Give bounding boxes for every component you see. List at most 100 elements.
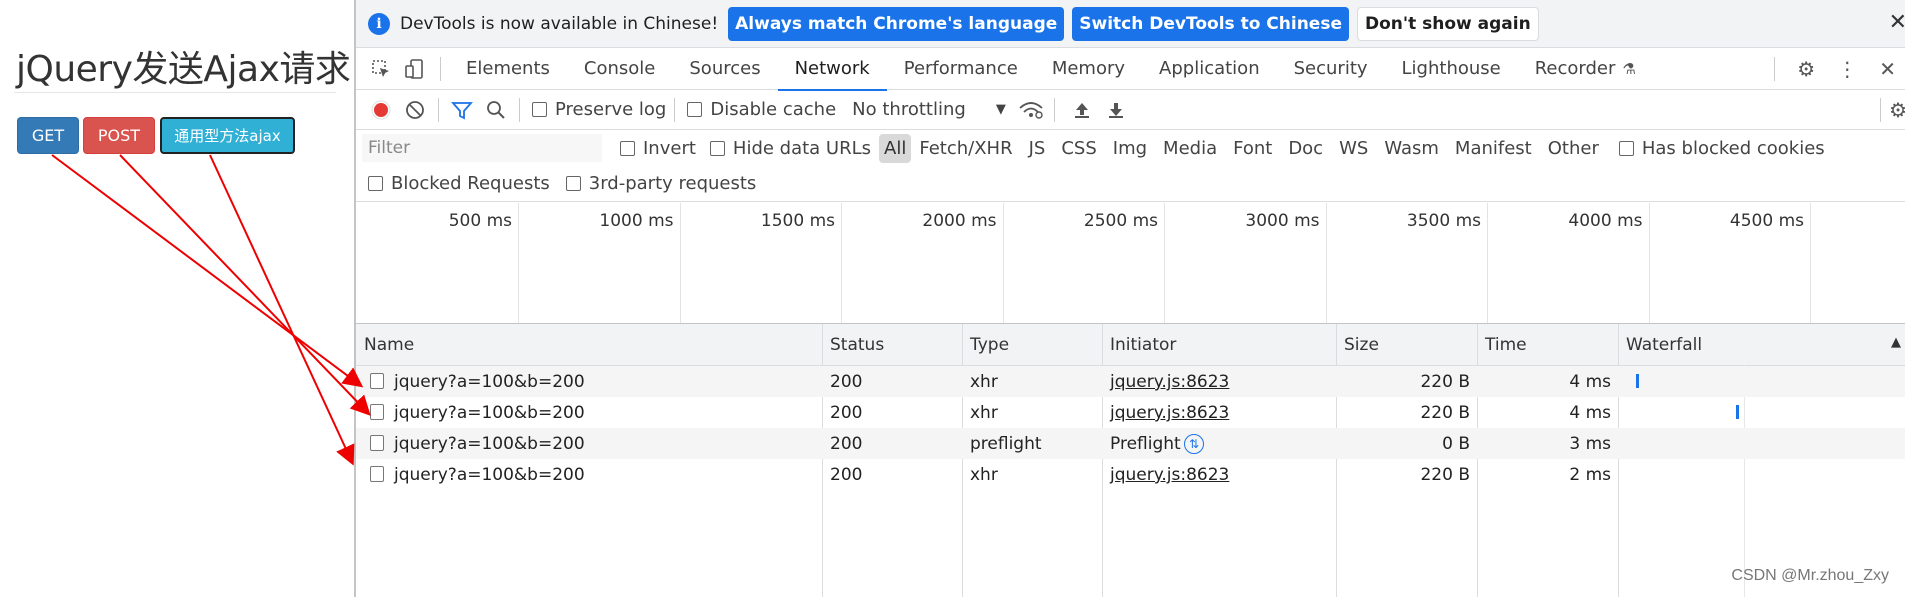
type-filter-wasm[interactable]: Wasm [1376,138,1447,159]
checkbox-box[interactable] [620,140,635,156]
type-filter-font[interactable]: Font [1225,138,1280,159]
clear-icon[interactable] [400,95,430,125]
cell-name: jquery?a=100&b=200 [394,403,585,423]
table-row[interactable]: jquery?a=100&b=200 200 xhr jquery.js:8623 22… [356,459,1905,490]
timeline-tick-label: 3500 ms [1406,211,1481,231]
type-filter-img[interactable]: Img [1105,138,1155,159]
separator [1774,57,1776,81]
table-row[interactable]: jquery?a=100&b=200 200 preflight Preflight ⇅… [356,428,1905,459]
requests-table: Name Status Type Initiator Size Time Wat… [356,324,1905,597]
type-filter-other[interactable]: Other [1540,138,1607,159]
switch-chinese-button[interactable]: Switch DevTools to Chinese [1072,6,1349,41]
throttling-value: No throttling [852,99,966,120]
header-status[interactable]: Status [830,335,884,355]
get-button[interactable]: GET [17,117,79,154]
header-type[interactable]: Type [970,335,1009,355]
cell-type: xhr [970,403,998,423]
type-filter-manifest[interactable]: Manifest [1447,138,1540,159]
cell-name: jquery?a=100&b=200 [394,434,585,454]
checkbox-box[interactable] [709,140,725,156]
header-size[interactable]: Size [1344,335,1379,355]
post-button[interactable]: POST [83,117,155,154]
tab-console[interactable]: Console [567,48,672,90]
type-filter-media[interactable]: Media [1155,138,1225,159]
checkbox-box[interactable] [368,176,383,191]
timeline-gridline [1002,203,1004,323]
tab-elements[interactable]: Elements [449,48,567,90]
blocked-requests-checkbox[interactable]: Blocked Requests [368,173,550,194]
table-row[interactable]: jquery?a=100&b=200 200 xhr jquery.js:8623 22… [356,366,1905,397]
tab-lighthouse[interactable]: Lighthouse [1385,48,1518,90]
timeline-gridline [1487,203,1488,323]
header-name[interactable]: Name [364,335,414,355]
invert-checkbox[interactable]: Invert [620,138,696,159]
timeline-overview[interactable]: 500 ms 1000 ms 1500 ms 2000 ms 2500 ms 3000 m… [356,203,1905,324]
dropdown-arrow-icon: ▼ [995,102,1006,117]
more-options-icon[interactable]: ⋮ [1837,57,1857,81]
preflight-icon[interactable]: ⇅ [1184,434,1204,454]
cell-size: 220 B [1420,372,1470,392]
sort-up-icon[interactable]: ▲ [1891,335,1901,350]
devtools-tabbar: Elements Console Sources Network Performance… [356,48,1905,91]
has-blocked-cookies-checkbox[interactable]: Has blocked cookies [1618,137,1825,159]
type-filter-doc[interactable]: Doc [1280,138,1331,159]
timeline-tick-label: 1500 ms [760,211,835,231]
cell-initiator[interactable]: jquery.js:8623 [1110,372,1229,392]
third-party-checkbox[interactable]: 3rd-party requests [565,173,756,194]
type-filter-css[interactable]: CSS [1053,138,1104,159]
preserve-log-checkbox[interactable]: Preserve log [532,99,666,120]
hide-data-urls-checkbox[interactable]: Hide data URLs [709,138,871,159]
filter-icon[interactable] [447,95,477,125]
close-icon[interactable]: ✕ [1889,10,1905,35]
inspect-element-icon[interactable] [364,52,398,86]
checkbox-box[interactable] [1618,140,1634,156]
tab-recorder[interactable]: Recorder [1518,48,1633,90]
import-har-icon[interactable] [1067,95,1097,125]
tab-security[interactable]: Security [1277,48,1385,90]
header-time[interactable]: Time [1485,335,1527,355]
has-blocked-cookies-label: Has blocked cookies [1641,137,1825,159]
separator [674,97,676,122]
checkbox-box[interactable] [565,176,581,191]
device-toolbar-icon[interactable] [398,52,432,86]
timeline-tick-label: 1000 ms [599,211,674,231]
table-row[interactable]: jquery?a=100&b=200 200 xhr jquery.js:8623 22… [356,397,1905,428]
search-icon[interactable] [481,95,511,125]
cell-initiator[interactable]: jquery.js:8623 [1110,403,1229,423]
settings-gear-icon[interactable]: ⚙ [1797,57,1815,81]
tab-sources[interactable]: Sources [672,48,777,90]
network-toolbar: Preserve log Disable cache No throttling… [356,90,1905,130]
header-waterfall[interactable]: Waterfall [1626,335,1702,355]
throttling-select[interactable]: No throttling ▼ [852,99,1006,120]
record-icon[interactable] [366,95,396,125]
type-filter-ws[interactable]: WS [1331,138,1376,159]
timeline-tick-label: 3000 ms [1245,211,1320,231]
filter-input[interactable]: Filter [362,134,602,162]
cell-status: 200 [830,434,863,454]
network-conditions-icon[interactable] [1016,95,1046,125]
tab-application[interactable]: Application [1142,48,1277,90]
tab-network[interactable]: Network [777,48,887,91]
disable-cache-checkbox[interactable]: Disable cache [687,99,836,120]
checkbox-box[interactable] [687,102,703,117]
checkbox-box[interactable] [532,102,547,117]
request-file-icon [370,435,384,451]
cell-time: 4 ms [1569,403,1611,423]
tab-performance[interactable]: Performance [887,48,1035,90]
type-filter-all[interactable]: All [879,133,912,163]
separator [519,97,520,122]
tab-memory[interactable]: Memory [1035,48,1142,90]
type-filter-js[interactable]: JS [1021,138,1054,159]
header-initiator[interactable]: Initiator [1110,335,1176,355]
close-devtools-icon[interactable]: ✕ [1879,57,1896,81]
export-har-icon[interactable] [1101,95,1131,125]
ajax-button[interactable]: 通用型方法ajax [160,117,295,154]
cell-initiator: Preflight [1110,434,1181,454]
dont-show-again-button[interactable]: Don't show again [1356,6,1539,41]
type-filter-fetchxhr[interactable]: Fetch/XHR [911,138,1020,159]
cell-size: 0 B [1442,434,1470,454]
network-settings-gear-icon[interactable]: ⚙ [1889,98,1905,122]
match-language-button[interactable]: Always match Chrome's language [728,6,1065,41]
cell-initiator[interactable]: jquery.js:8623 [1110,465,1229,485]
timeline-gridline [1325,203,1327,323]
